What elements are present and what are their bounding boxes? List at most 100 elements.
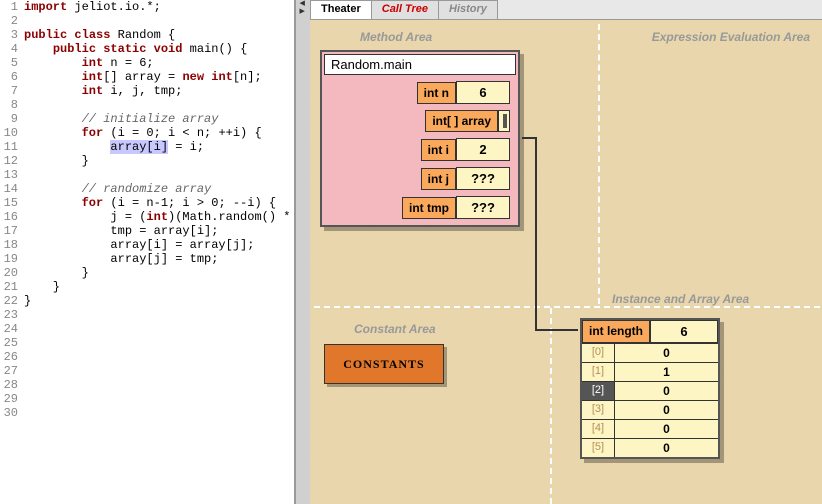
gutter: 10 (0, 126, 22, 140)
code-text: array[j] = tmp; (22, 252, 294, 266)
code-line[interactable]: 27 (0, 364, 294, 378)
code-line[interactable]: 20 } (0, 266, 294, 280)
gutter: 17 (0, 224, 22, 238)
code-text: } (22, 280, 294, 294)
array-index: [0] (582, 344, 614, 362)
array-index: [5] (582, 439, 614, 457)
code-line[interactable]: 2 (0, 14, 294, 28)
variable-label: int n (417, 82, 456, 104)
gutter: 1 (0, 0, 22, 14)
instance-area-label: Instance and Array Area (612, 292, 749, 306)
variable-slot: int tmp??? (330, 196, 510, 219)
gutter: 18 (0, 238, 22, 252)
left-arrow-icon[interactable]: ◀ (300, 0, 307, 7)
tab-theater[interactable]: Theater (310, 0, 372, 19)
code-line[interactable]: 7 int i, j, tmp; (0, 84, 294, 98)
variable-label: int[ ] array (425, 110, 498, 132)
code-line[interactable]: 8 (0, 98, 294, 112)
gutter: 21 (0, 280, 22, 294)
code-line[interactable]: 16 j = (int)(Math.random() * (0, 210, 294, 224)
code-line[interactable]: 9 // initialize array (0, 112, 294, 126)
gutter: 14 (0, 182, 22, 196)
code-line[interactable]: 14 // randomize array (0, 182, 294, 196)
code-line[interactable]: 15 for (i = n-1; i > 0; --i) { (0, 196, 294, 210)
gutter: 16 (0, 210, 22, 224)
code-text (22, 406, 294, 420)
code-line[interactable]: 21 } (0, 280, 294, 294)
gutter: 11 (0, 140, 22, 154)
variable-value: 2 (456, 138, 510, 161)
array-index: [2] (582, 382, 614, 400)
array-cell: 0 (614, 382, 718, 400)
code-text: // randomize array (22, 182, 294, 196)
gutter: 15 (0, 196, 22, 210)
array-index: [3] (582, 401, 614, 419)
tab-call-tree[interactable]: Call Tree (371, 0, 439, 19)
variable-slot: int n6 (330, 81, 510, 104)
array-instance: int length 6 [0]0[1]1[2]0[3]0[4]0[5]0 (580, 318, 720, 459)
code-line[interactable]: 30 (0, 406, 294, 420)
code-line[interactable]: 18 array[i] = array[j]; (0, 238, 294, 252)
tab-bar: Theater Call Tree History (310, 0, 822, 20)
code-line[interactable]: 29 (0, 392, 294, 406)
gutter: 30 (0, 406, 22, 420)
code-line[interactable]: 25 (0, 336, 294, 350)
visualization-pane: Theater Call Tree History Method Area Ex… (310, 0, 822, 504)
gutter: 12 (0, 154, 22, 168)
code-text: public class Random { (22, 28, 294, 42)
gutter: 6 (0, 70, 22, 84)
code-text: j = (int)(Math.random() * (22, 210, 294, 224)
code-text: } (22, 154, 294, 168)
gutter: 24 (0, 322, 22, 336)
code-text: } (22, 294, 294, 308)
code-line[interactable]: 5 int n = 6; (0, 56, 294, 70)
code-line[interactable]: 24 (0, 322, 294, 336)
constants-box: CONSTANTS (324, 344, 444, 384)
code-line[interactable]: 26 (0, 350, 294, 364)
gutter: 19 (0, 252, 22, 266)
gutter: 2 (0, 14, 22, 28)
code-line[interactable]: 13 (0, 168, 294, 182)
code-text: } (22, 266, 294, 280)
frame-title: Random.main (324, 54, 516, 75)
code-line[interactable]: 4 public static void main() { (0, 42, 294, 56)
gutter: 20 (0, 266, 22, 280)
code-line[interactable]: 1import jeliot.io.*; (0, 0, 294, 14)
gutter: 5 (0, 56, 22, 70)
code-line[interactable]: 19 array[j] = tmp; (0, 252, 294, 266)
code-text: // initialize array (22, 112, 294, 126)
variable-label: int tmp (402, 197, 456, 219)
code-line[interactable]: 12 } (0, 154, 294, 168)
code-line[interactable]: 17 tmp = array[i]; (0, 224, 294, 238)
code-line[interactable]: 28 (0, 378, 294, 392)
code-line[interactable]: 11 array[i] = i; (0, 140, 294, 154)
code-line[interactable]: 22} (0, 294, 294, 308)
code-text: int n = 6; (22, 56, 294, 70)
code-text: array[i] = i; (22, 140, 294, 154)
code-line[interactable]: 23 (0, 308, 294, 322)
reference-icon (498, 110, 510, 132)
array-cell: 0 (614, 344, 718, 362)
code-text (22, 336, 294, 350)
right-arrow-icon[interactable]: ▶ (300, 8, 307, 15)
code-text (22, 98, 294, 112)
code-text (22, 364, 294, 378)
gutter: 3 (0, 28, 22, 42)
code-text: for (i = 0; i < n; ++i) { (22, 126, 294, 140)
array-row: [1]1 (582, 362, 718, 381)
code-editor[interactable]: 1import jeliot.io.*;23public class Rando… (0, 0, 296, 504)
code-text (22, 392, 294, 406)
code-text (22, 168, 294, 182)
code-line[interactable]: 3public class Random { (0, 28, 294, 42)
code-line[interactable]: 10 for (i = 0; i < n; ++i) { (0, 126, 294, 140)
splitter[interactable]: ◀ ▶ (296, 0, 310, 504)
method-area-label: Method Area (360, 30, 432, 44)
code-text (22, 378, 294, 392)
code-text (22, 14, 294, 28)
stack-frame: Random.main int n6int[ ] arrayint i2int … (320, 50, 520, 227)
gutter: 27 (0, 364, 22, 378)
tab-history[interactable]: History (438, 0, 498, 19)
array-cell: 0 (614, 420, 718, 438)
code-line[interactable]: 6 int[] array = new int[n]; (0, 70, 294, 84)
gutter: 28 (0, 378, 22, 392)
